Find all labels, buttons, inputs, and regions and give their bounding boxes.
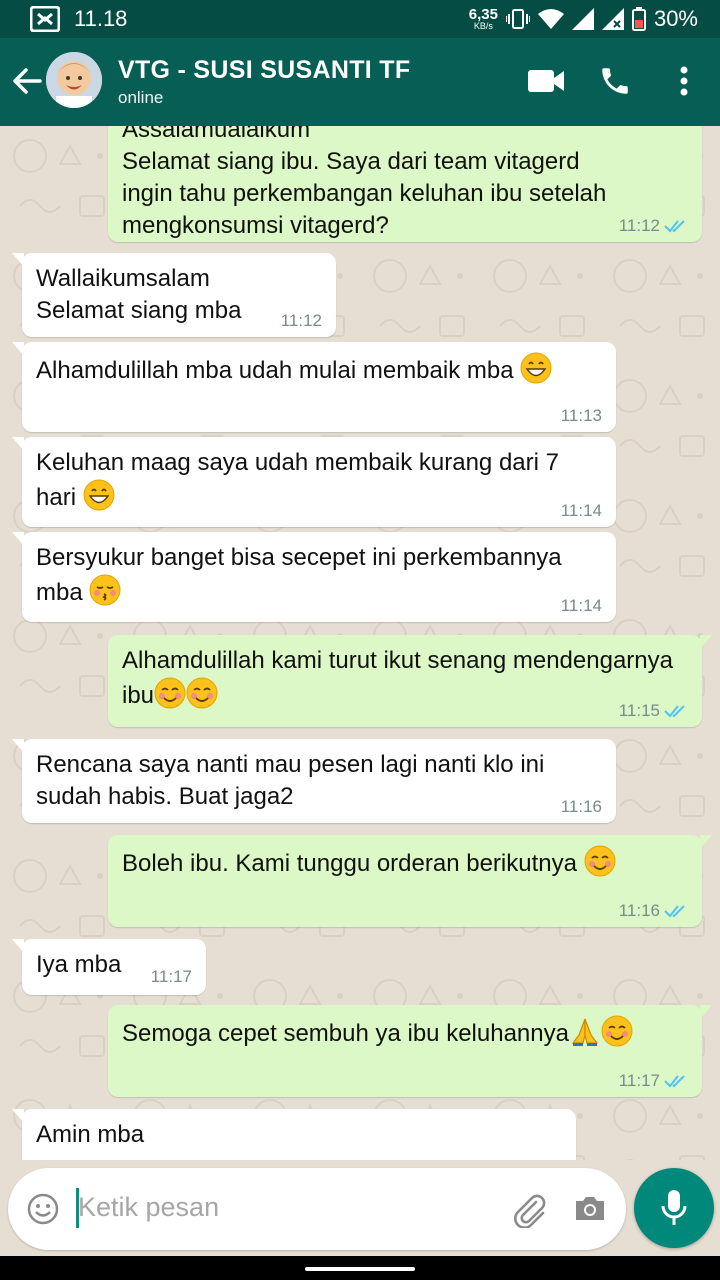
message-text: Alhamdulillah mba udah mulai membaik mba <box>36 352 602 387</box>
message-text: Assalamualaikum Selamat siang ibu. Saya … <box>122 126 607 239</box>
smiling-emoji-icon <box>154 677 186 709</box>
network-speed: 6,35 KB/s <box>468 6 498 31</box>
message-time: 11:16 <box>560 797 602 816</box>
status-bar: 11.18 6,35 KB/s 30% <box>0 0 720 38</box>
message-incoming[interactable]: Bersyukur banget bisa secepet ini perkem… <box>12 532 616 622</box>
camera-icon[interactable] <box>572 1190 608 1226</box>
read-ticks-icon <box>664 1074 685 1087</box>
avatar[interactable] <box>46 52 102 108</box>
message-time: 11:12 <box>280 311 322 330</box>
wifi-icon <box>537 9 564 29</box>
status-time: 11.18 <box>74 6 128 31</box>
message-time: 11:13 <box>560 406 602 425</box>
baby-photo-icon <box>46 52 102 108</box>
message-outgoing[interactable]: Semoga cepet sembuh ya ibu keluhannya 11… <box>108 1005 712 1097</box>
message-text: Alhamdulillah kami turut ikut senang men… <box>122 647 673 709</box>
message-text: Keluhan maag saya udah membaik kurang da… <box>36 449 559 511</box>
message-composer: Ketik pesan <box>0 1160 720 1256</box>
chat-area[interactable]: Assalamualaikum Selamat siang ibu. Saya … <box>0 126 720 1160</box>
read-ticks-icon <box>664 704 685 717</box>
message-placeholder: Ketik pesan <box>78 1192 220 1222</box>
smiling-emoji-icon <box>601 1015 633 1047</box>
battery-percent: 30% <box>653 6 698 31</box>
message-meta: 11:16 <box>619 902 688 919</box>
message-text: Rencana saya nanti mau pesen lagi nanti … <box>36 751 545 810</box>
read-ticks-icon <box>664 904 685 917</box>
video-call-icon[interactable] <box>526 64 566 98</box>
message-time: 11:14 <box>560 501 602 520</box>
app-notification-icon <box>30 6 60 32</box>
message-incoming[interactable]: Rencana saya nanti mau pesen lagi nanti … <box>12 739 616 823</box>
folded-hands-emoji-icon <box>571 1018 599 1046</box>
message-input[interactable]: Ketik pesan <box>8 1168 626 1250</box>
smiling-emoji-icon <box>584 845 616 877</box>
phone-icon[interactable] <box>598 64 632 98</box>
kissing-emoji-icon <box>89 574 121 606</box>
message-meta: 11:15 <box>619 702 688 719</box>
smiling-emoji-icon <box>186 677 218 709</box>
grinning-emoji-icon <box>83 479 115 511</box>
message-incoming[interactable]: Wallaikumsalam Selamat siang mba 11:12 <box>12 253 336 337</box>
message-incoming[interactable]: Amin mba <box>12 1109 576 1160</box>
signal-icon <box>571 8 594 30</box>
message-text: Wallaikumsalam Selamat siang mba <box>36 265 242 324</box>
message-text: Amin mba <box>36 1121 145 1148</box>
message-time: 11:17 <box>150 967 192 986</box>
message-text: Boleh ibu. Kami tunggu orderan berikutny… <box>122 845 688 880</box>
read-ticks-icon <box>664 219 685 232</box>
message-incoming[interactable]: Alhamdulillah mba udah mulai membaik mba… <box>12 342 616 432</box>
chat-header: VTG - SUSI SUSANTI TF online <box>0 38 720 126</box>
message-text: Semoga cepet sembuh ya ibu keluhannya <box>122 1015 688 1050</box>
battery-icon <box>631 7 646 31</box>
contact-status: online <box>118 88 164 107</box>
emoji-icon[interactable] <box>26 1192 60 1226</box>
message-text: Bersyukur banget bisa secepet ini perkem… <box>36 544 562 606</box>
message-outgoing[interactable]: Assalamualaikum Selamat siang ibu. Saya … <box>108 126 702 242</box>
message-outgoing[interactable]: Alhamdulillah kami turut ikut senang men… <box>108 635 712 727</box>
message-meta: 11:12 <box>619 217 688 234</box>
system-nav-bar <box>0 1256 720 1280</box>
vibrate-icon <box>505 9 530 29</box>
grinning-emoji-icon <box>520 352 552 384</box>
more-vert-icon[interactable] <box>674 64 694 98</box>
signal-x-icon <box>601 8 624 30</box>
message-incoming[interactable]: Keluhan maag saya udah membaik kurang da… <box>12 437 616 527</box>
message-outgoing[interactable]: Boleh ibu. Kami tunggu orderan berikutny… <box>108 835 712 927</box>
home-gesture-bar[interactable] <box>305 1267 415 1271</box>
mic-icon <box>661 1190 687 1225</box>
arrow-left-icon[interactable] <box>10 64 44 98</box>
message-incoming[interactable]: Iya mba 11:17 <box>12 939 206 995</box>
mic-button[interactable] <box>634 1168 714 1248</box>
contact-name[interactable]: VTG - SUSI SUSANTI TF <box>118 56 410 85</box>
paperclip-icon[interactable] <box>510 1190 548 1228</box>
message-meta: 11:17 <box>619 1072 688 1089</box>
message-time: 11:14 <box>560 596 602 615</box>
